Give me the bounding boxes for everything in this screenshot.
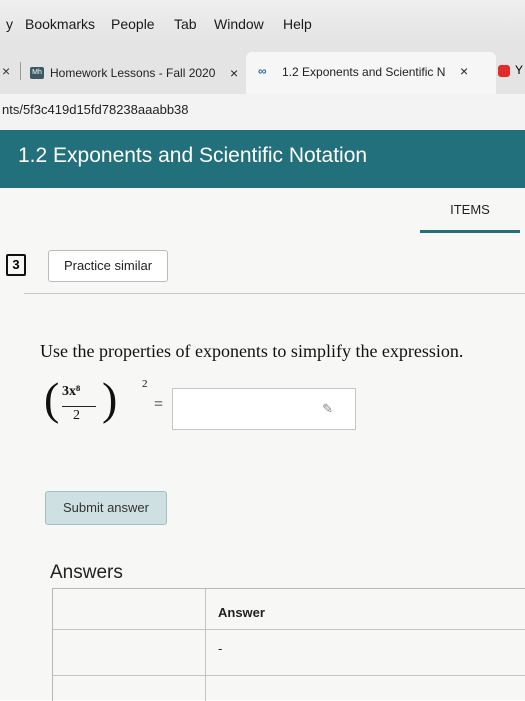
table-row-divider (53, 629, 525, 630)
browser-tab-bar: × Mh Homework Lessons - Fall 2020 × ∞ 1.… (0, 44, 525, 95)
left-paren: ( (44, 373, 60, 424)
answers-table: Answer - (52, 588, 525, 701)
infinity-favicon-icon: ∞ (258, 64, 267, 78)
column-header-answer: Answer (218, 605, 265, 620)
table-column-divider (205, 589, 206, 701)
question-prompt: Use the properties of exponents to simpl… (40, 341, 464, 361)
submit-answer-button[interactable]: Submit answer (45, 491, 167, 525)
equals-sign: = (154, 396, 164, 413)
menu-item-bookmarks[interactable]: Bookmarks (25, 16, 95, 32)
table-cell: - (218, 641, 223, 656)
main-content: ITEMS 3 Practice similar Use the propert… (0, 188, 525, 701)
question-number-badge: 3 (6, 254, 26, 276)
power-exponent: 2 (142, 378, 148, 390)
menu-item-help[interactable]: Help (283, 16, 312, 32)
macmillan-favicon-icon: Mh (30, 67, 44, 79)
page-title: 1.2 Exponents and Scientific Notation (18, 144, 368, 167)
menu-item-history-partial[interactable]: y (6, 16, 13, 32)
tab-items[interactable]: ITEMS (420, 200, 520, 233)
close-icon[interactable]: × (460, 63, 468, 79)
fraction-numerator: 3x⁸ (62, 384, 81, 399)
menu-item-people[interactable]: People (111, 16, 155, 32)
tab-partial-letter: Y (515, 63, 524, 77)
tab-title: Homework Lessons - Fall 2020 (50, 66, 216, 80)
divider (24, 293, 525, 294)
tab-title: 1.2 Exponents and Scientific N (282, 65, 446, 79)
fraction-denominator: 2 (73, 408, 80, 423)
assignment-banner: 1.2 Exponents and Scientific Notation (0, 130, 525, 188)
menu-item-tab[interactable]: Tab (174, 16, 197, 32)
right-paren: ) (102, 373, 118, 424)
tab-separator (20, 62, 21, 80)
address-bar[interactable]: nts/5f3c419d15fd78238aaabb38 (0, 94, 525, 130)
fraction-bar (62, 406, 96, 407)
tab-exponents-active[interactable]: ∞ 1.2 Exponents and Scientific N × (246, 52, 496, 94)
url-text: nts/5f3c419d15fd78238aaabb38 (2, 102, 189, 117)
table-row-divider (53, 675, 525, 676)
menu-item-window[interactable]: Window (214, 16, 264, 32)
answers-heading: Answers (50, 562, 123, 583)
tab-items-label: ITEMS (450, 202, 490, 217)
close-icon[interactable]: × (230, 65, 238, 81)
menu-bar: y Bookmarks People Tab Window Help (0, 0, 525, 44)
answer-input[interactable]: ✎ (172, 388, 356, 430)
pencil-icon[interactable]: ✎ (322, 401, 333, 417)
close-icon[interactable]: × (2, 63, 10, 79)
practice-similar-button[interactable]: Practice similar (48, 250, 168, 282)
youtube-favicon-icon[interactable] (498, 65, 510, 77)
